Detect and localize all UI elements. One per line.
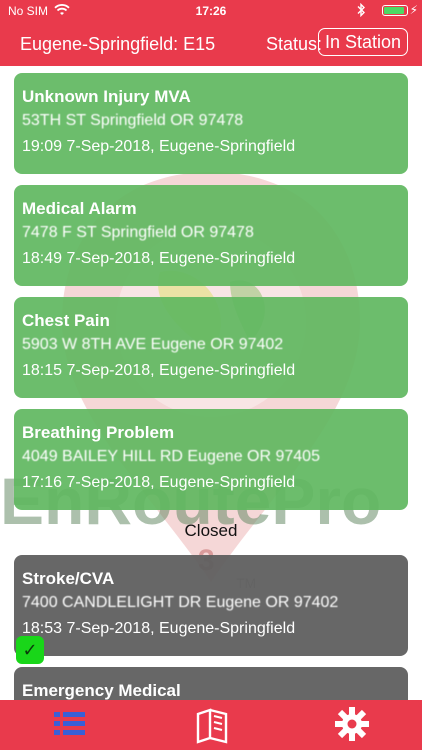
incident-type: Stroke/CVA [22,569,115,588]
incident-card[interactable]: Breathing Problem 4049 BAILEY HILL RD Eu… [14,409,408,510]
incident-type: Medical Alarm [22,199,137,218]
incident-address: 7478 F ST Springfield OR 97478 [22,224,254,241]
incident-address: 5903 W 8TH AVE Eugene OR 97402 [22,336,284,353]
incident-info: 18:53 7-Sep-2018, Eugene-Springfield [22,620,296,637]
incident-card-closed[interactable]: Emergency Medical [14,667,408,700]
incident-address: 7400 CANDLELIGHT DR Eugene OR 97402 [22,594,339,611]
incident-info: 18:15 7-Sep-2018, Eugene-Springfield [22,362,296,379]
incident-type: Breathing Problem [22,423,175,442]
nav-bar: Eugene-Springfield: E15 Status: In Stati… [0,22,422,66]
incident-card-closed[interactable]: Stroke/CVA 7400 CANDLELIGHT DR Eugene OR… [14,555,408,656]
bluetooth-icon [356,2,366,20]
incident-address: 4049 BAILEY HILL RD Eugene OR 97405 [22,448,320,465]
incident-type: Chest Pain [22,311,110,330]
charging-icon: ⚡ [409,3,418,17]
book-icon [196,708,228,744]
incident-info: 19:09 7-Sep-2018, Eugene-Springfield [22,138,296,155]
status-bar: No SIM 17:26 ⚡ [0,0,422,22]
battery-icon [382,5,408,16]
incident-type: Emergency Medical [22,681,181,700]
checkmark-icon: ✓ [16,636,44,664]
incident-list[interactable]: EnRoutePro 3 TM Unknown Injury MVA 53TH … [0,66,422,700]
incident-card[interactable]: Medical Alarm 7478 F ST Springfield OR 9… [14,185,408,286]
tab-bar [0,700,422,750]
gear-icon [335,707,369,741]
incident-card[interactable]: Chest Pain 5903 W 8TH AVE Eugene OR 9740… [14,297,408,398]
incident-info: 18:49 7-Sep-2018, Eugene-Springfield [22,250,296,267]
status-button[interactable]: In Station [317,28,408,56]
tab-incidents[interactable] [50,704,90,744]
incident-info: 17:16 7-Sep-2018, Eugene-Springfield [22,474,296,491]
incident-address: 53TH ST Springfield OR 97478 [22,112,244,129]
incident-type: Unknown Injury MVA [22,87,191,106]
tab-settings[interactable] [332,704,372,744]
incident-card[interactable]: Unknown Injury MVA 53TH ST Springfield O… [14,73,408,174]
unit-title: Eugene-Springfield: E15 [20,34,216,54]
list-icon [54,712,85,735]
closed-section-header: Closed [184,521,238,540]
tab-reference[interactable] [192,704,232,744]
status-label: Status: [265,34,322,54]
